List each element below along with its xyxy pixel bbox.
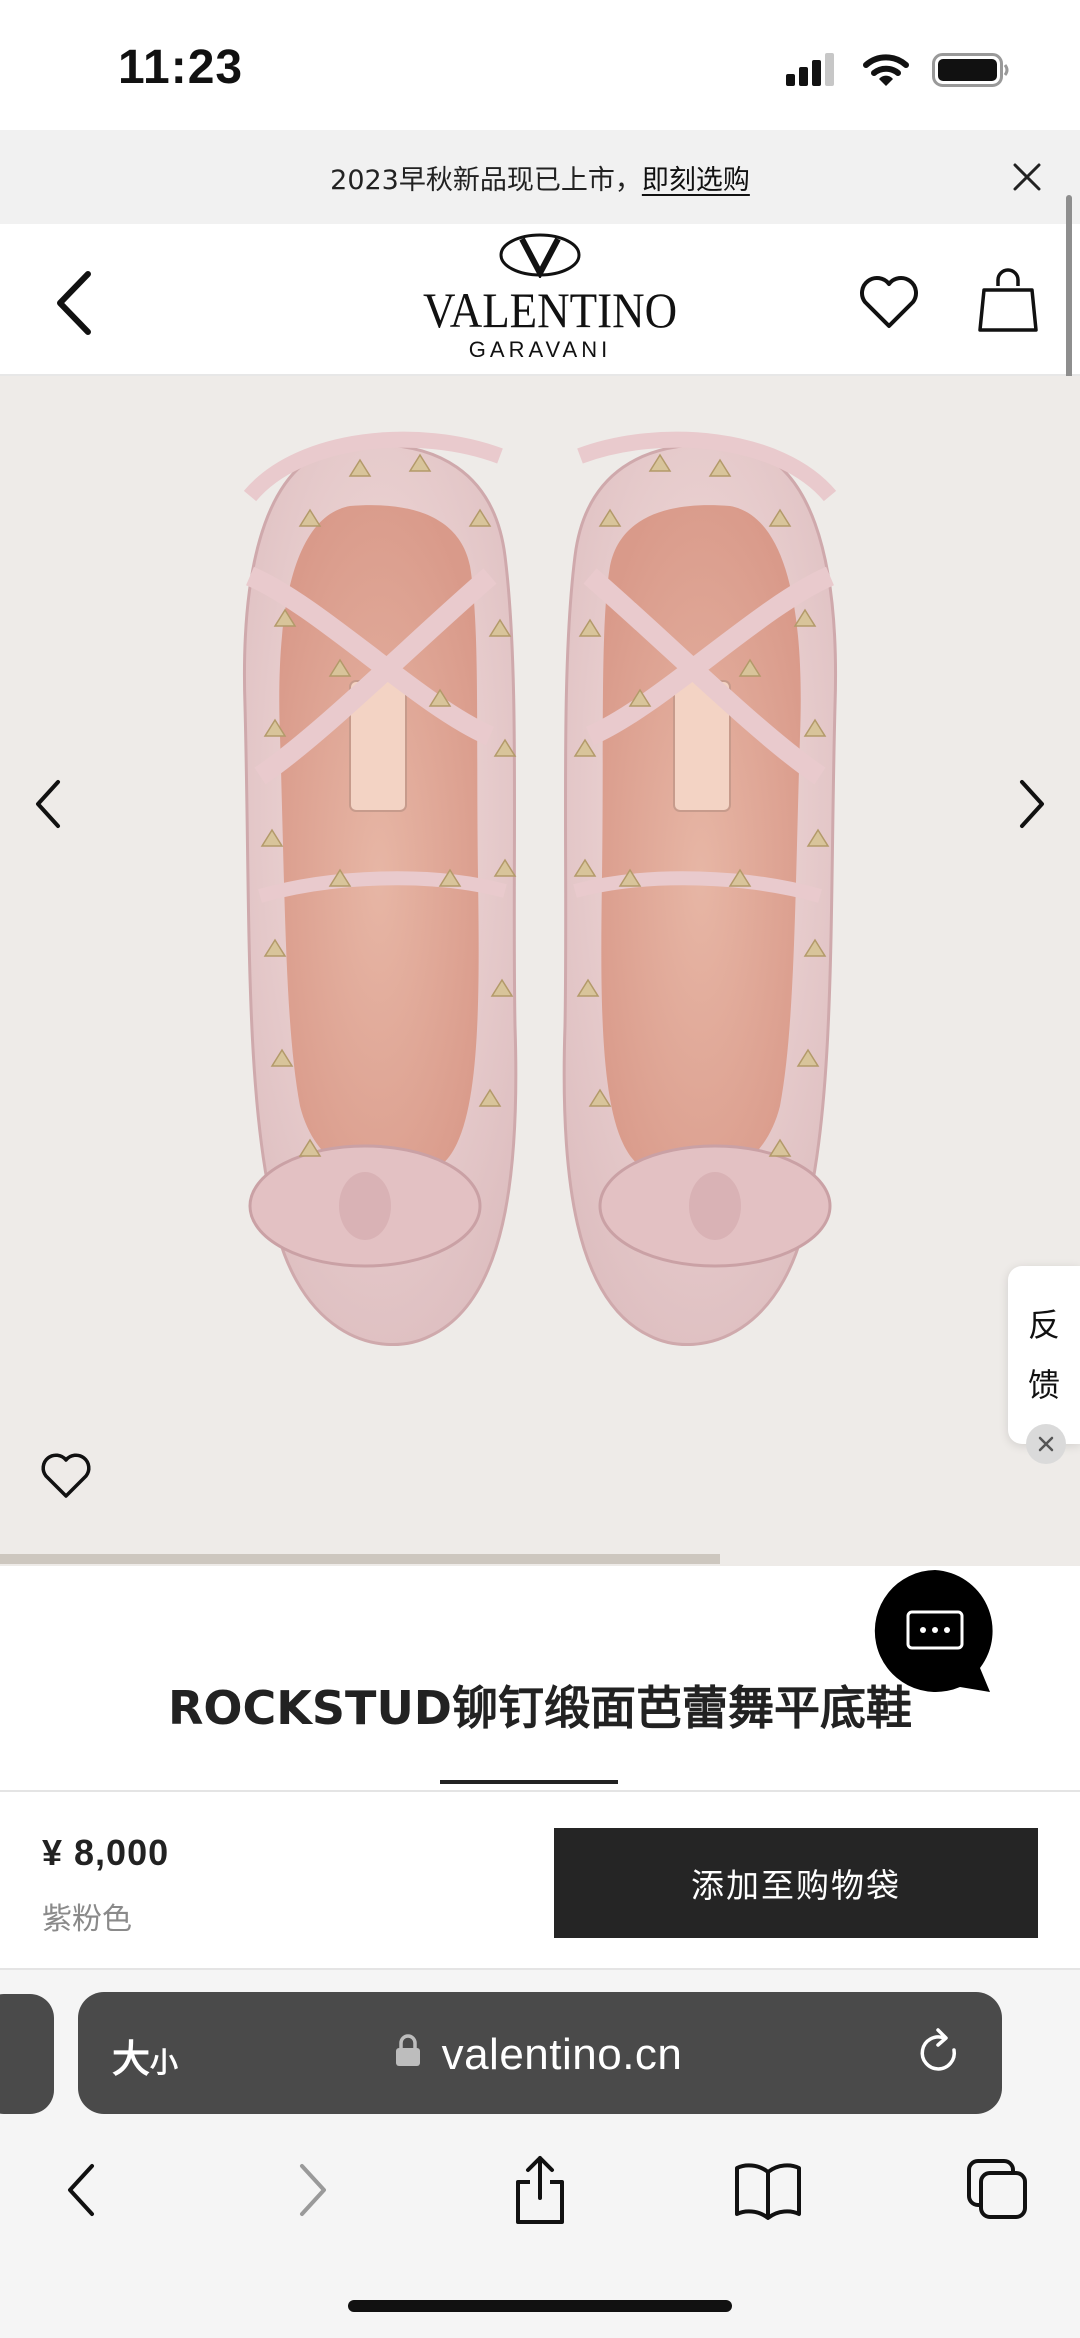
product-image-ballet-flats [243, 431, 837, 1347]
add-to-bag-button[interactable]: 添加至购物袋 [554, 1828, 1038, 1938]
address-bar[interactable]: 大小 valentino.cn [78, 1992, 1002, 2114]
product-title: ROCKSTUD铆钉缎面芭蕾舞平底鞋 [168, 1681, 912, 1735]
promo-banner: 2023早秋新品现已上市， 即刻选购 [0, 130, 1080, 224]
brand-logo[interactable]: VALENTINO GARAVANI [410, 232, 678, 367]
share-icon [516, 2156, 564, 2224]
browser-chrome: 大小 valentino.cn [0, 1970, 1080, 2338]
close-icon [1038, 1436, 1054, 1452]
status-time: 11:23 [118, 41, 244, 94]
promo-text: 2023早秋新品现已上市， [330, 164, 642, 196]
bookmarks-button[interactable] [728, 2150, 808, 2230]
url-domain: valentino.cn [441, 2030, 683, 2079]
feedback-label-1: 反 [1027, 1306, 1060, 1344]
promo-shop-now-link[interactable]: 即刻选购 [642, 158, 750, 197]
brand-subname: GARAVANI [468, 337, 612, 362]
browser-forward-button[interactable] [274, 2150, 354, 2230]
book-icon [735, 2163, 801, 2220]
feedback-tab[interactable]: 反 馈 [1008, 1266, 1080, 1444]
browser-back-button[interactable] [40, 2150, 120, 2230]
tab-underline [440, 1780, 618, 1784]
gallery-next-chevron-icon[interactable] [1014, 776, 1050, 832]
wishlist-heart-icon[interactable] [858, 274, 920, 330]
tabs-button[interactable] [958, 2150, 1038, 2230]
forward-chevron-icon [300, 2164, 326, 2216]
feedback-close-button[interactable] [1026, 1424, 1066, 1464]
tabs-icon [967, 2159, 1027, 2219]
product-color: 紫粉色 [42, 1902, 132, 1937]
shopping-bag-icon[interactable] [978, 268, 1038, 334]
brand-name: VALENTINO [423, 282, 678, 338]
battery-icon [932, 53, 1009, 87]
purchase-bar: ¥ 8,000 紫粉色 添加至购物袋 [0, 1790, 1080, 1970]
reload-icon[interactable] [914, 2026, 964, 2080]
gallery-progress-bar [0, 1554, 721, 1564]
home-indicator [348, 2300, 732, 2312]
product-image-gallery[interactable] [0, 376, 1080, 1566]
status-icons [786, 52, 1010, 88]
back-chevron-icon [68, 2164, 94, 2216]
image-favorite-heart-icon[interactable] [40, 1452, 92, 1500]
back-arrow-icon[interactable] [52, 270, 96, 336]
cellular-signal-icon [786, 53, 834, 86]
share-button[interactable] [500, 2150, 580, 2230]
previous-tab-preview[interactable] [0, 1994, 54, 2114]
gallery-previous-chevron-icon[interactable] [30, 776, 66, 832]
valentino-v-logo-icon [499, 233, 581, 280]
status-bar: 11:23 [0, 0, 1080, 130]
url-text: valentino.cn [78, 2030, 1002, 2080]
close-icon[interactable] [1010, 160, 1044, 194]
wifi-icon [863, 54, 909, 86]
site-header: VALENTINO GARAVANI [0, 224, 1080, 376]
product-price: ¥ 8,000 [42, 1832, 170, 1873]
feedback-label-2: 馈 [1027, 1366, 1060, 1404]
